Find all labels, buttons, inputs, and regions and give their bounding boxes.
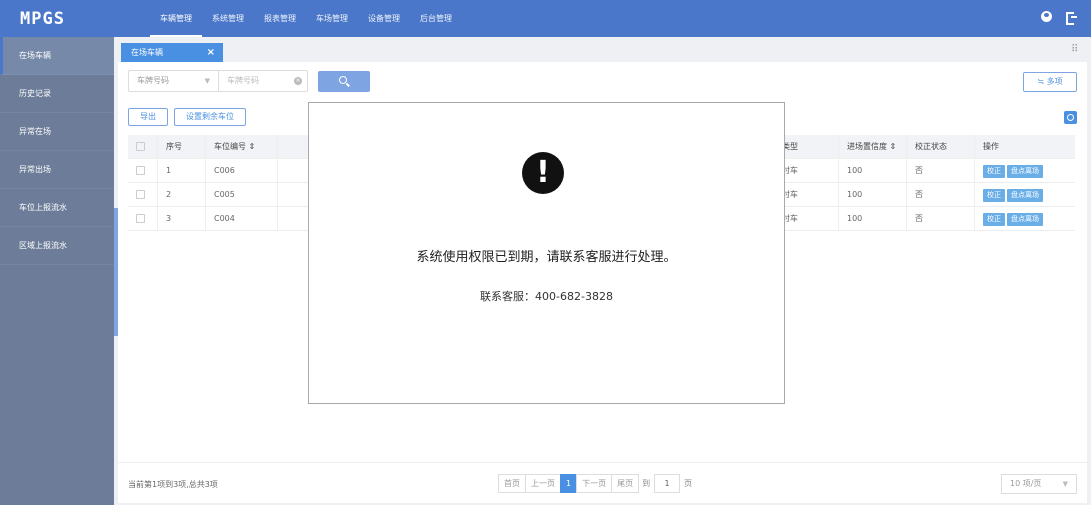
nav-backend-management[interactable]: 后台管理 <box>410 0 462 37</box>
tab-present-vehicles[interactable]: 在场车辆 × <box>121 43 223 62</box>
export-button[interactable]: 导出 <box>128 108 168 126</box>
plate-search-placeholder: 车牌号码 <box>227 76 259 85</box>
select-all-checkbox[interactable] <box>136 142 145 151</box>
set-remaining-spaces-button[interactable]: 设置剩余车位 <box>174 108 246 126</box>
search-field-select[interactable]: 车牌号码 ▼ <box>129 71 219 91</box>
correct-button[interactable]: 校正 <box>983 165 1005 178</box>
sidebar-item-present-vehicles[interactable]: 在场车辆 <box>0 37 114 75</box>
pagination-info: 当前第1项到3项,总共3项 <box>128 480 218 489</box>
col-header-confidence[interactable]: 进场置信度 ⇕ <box>839 135 907 159</box>
cell-actions: 校正 盘点离场 <box>975 159 1075 183</box>
sidebar-item-space-report-log[interactable]: 车位上报流水 <box>0 189 114 227</box>
cell-status: 否 <box>907 183 975 207</box>
brand-logo: MPGS <box>20 9 65 29</box>
search-bar: 车牌号码 ▼ 车牌号码 × <box>128 70 308 92</box>
chevron-down-icon: ▼ <box>1062 480 1068 488</box>
search-button[interactable] <box>318 71 370 92</box>
cell-confidence: 100 <box>839 207 907 231</box>
goto-page-input[interactable]: 1 <box>654 474 681 493</box>
nav-parking-management[interactable]: 车场管理 <box>306 0 358 37</box>
pager: 首页 上一页 1 下一页 尾页 到 1 页 <box>498 474 696 493</box>
goto-prefix: 到 <box>642 479 651 488</box>
sidebar-item-history[interactable]: 历史记录 <box>0 75 114 113</box>
next-page-button[interactable]: 下一页 <box>576 474 613 493</box>
cell-actions: 校正 盘点离场 <box>975 207 1075 231</box>
prev-page-button[interactable]: 上一页 <box>525 474 561 493</box>
cell-space: C005 <box>206 183 278 207</box>
correct-button[interactable]: 校正 <box>983 189 1005 202</box>
select-all-cell <box>128 135 158 159</box>
col-header-space[interactable]: 车位编号 ⇕ <box>206 135 278 159</box>
pagination-footer: 当前第1项到3项,总共3项 首页 上一页 1 下一页 尾页 到 1 页 10 项… <box>118 462 1087 503</box>
top-nav: 车辆管理 系统管理 报表管理 车场管理 设备管理 后台管理 <box>150 0 462 37</box>
plate-search-input[interactable]: 车牌号码 × <box>219 71 307 91</box>
page-size-select[interactable]: 10 项/页 ▼ <box>1001 474 1077 494</box>
nav-system-management[interactable]: 系统管理 <box>202 0 254 37</box>
col-header-status: 校正状态 <box>907 135 975 159</box>
row-checkbox-cell <box>128 159 158 183</box>
nav-report-management[interactable]: 报表管理 <box>254 0 306 37</box>
cell-confidence: 100 <box>839 183 907 207</box>
col-header-actions: 操作 <box>983 142 999 151</box>
correct-button[interactable]: 校正 <box>983 213 1005 226</box>
cell-space: C004 <box>206 207 278 231</box>
toolbar: 导出 设置剩余车位 <box>128 108 246 126</box>
search-icon <box>339 76 347 84</box>
search-field-label: 车牌号码 <box>137 76 169 85</box>
top-icons <box>1041 11 1077 25</box>
last-page-button[interactable]: 尾页 <box>611 474 640 493</box>
cell-status: 否 <box>907 159 975 183</box>
sidebar-item-abnormal-present[interactable]: 异常在场 <box>0 113 114 151</box>
logout-icon[interactable] <box>1066 11 1077 25</box>
cell-actions: 校正 盘点离场 <box>975 183 1075 207</box>
nav-device-management[interactable]: 设备管理 <box>358 0 410 37</box>
row-checkbox[interactable] <box>136 166 145 175</box>
dialog-contact: 联系客服：400-682-3828 <box>480 290 613 303</box>
sidebar-item-abnormal-exit[interactable]: 异常出场 <box>0 151 114 189</box>
tab-strip: 在场车辆 × ⠿ <box>118 40 1087 62</box>
alert-icon: ! <box>522 152 564 194</box>
clear-icon[interactable]: × <box>294 77 302 85</box>
row-checkbox[interactable] <box>136 190 145 199</box>
first-page-button[interactable]: 首页 <box>498 474 526 493</box>
sidebar-item-zone-report-log[interactable]: 区域上报流水 <box>0 227 114 265</box>
row-checkbox[interactable] <box>136 214 145 223</box>
sidebar: 在场车辆 历史记录 异常在场 异常出场 车位上报流水 区域上报流水 <box>0 37 114 505</box>
close-icon[interactable]: × <box>207 43 215 62</box>
cell-confidence: 100 <box>839 159 907 183</box>
inventory-exit-button[interactable]: 盘点离场 <box>1007 213 1043 226</box>
dialog-message: 系统使用权限已到期，请联系客服进行处理。 <box>416 250 677 265</box>
page-1-button[interactable]: 1 <box>560 474 578 493</box>
nav-vehicle-management[interactable]: 车辆管理 <box>150 0 202 37</box>
cell-no: 2 <box>158 183 206 207</box>
cell-no: 1 <box>158 159 206 183</box>
chevron-down-icon: ▼ <box>204 77 210 85</box>
multi-filter-button[interactable]: ≒ 多项 <box>1023 72 1077 92</box>
inventory-exit-button[interactable]: 盘点离场 <box>1007 189 1043 202</box>
top-bar: MPGS 车辆管理 系统管理 报表管理 车场管理 设备管理 后台管理 <box>0 0 1091 37</box>
cell-status: 否 <box>907 207 975 231</box>
inventory-exit-button[interactable]: 盘点离场 <box>1007 165 1043 178</box>
cell-space: C006 <box>206 159 278 183</box>
col-header-no: 序号 <box>158 135 206 159</box>
tab-label: 在场车辆 <box>131 48 163 57</box>
row-checkbox-cell <box>128 183 158 207</box>
page-size-label: 10 项/页 <box>1010 479 1042 488</box>
gear-icon[interactable] <box>1064 111 1077 124</box>
cell-no: 3 <box>158 207 206 231</box>
row-checkbox-cell <box>128 207 158 231</box>
goto-suffix: 页 <box>684 479 693 488</box>
license-expired-dialog: ! 系统使用权限已到期，请联系客服进行处理。 联系客服：400-682-3828 <box>308 102 785 404</box>
grid-menu-icon[interactable]: ⠿ <box>1071 45 1081 55</box>
user-icon[interactable] <box>1041 11 1052 22</box>
